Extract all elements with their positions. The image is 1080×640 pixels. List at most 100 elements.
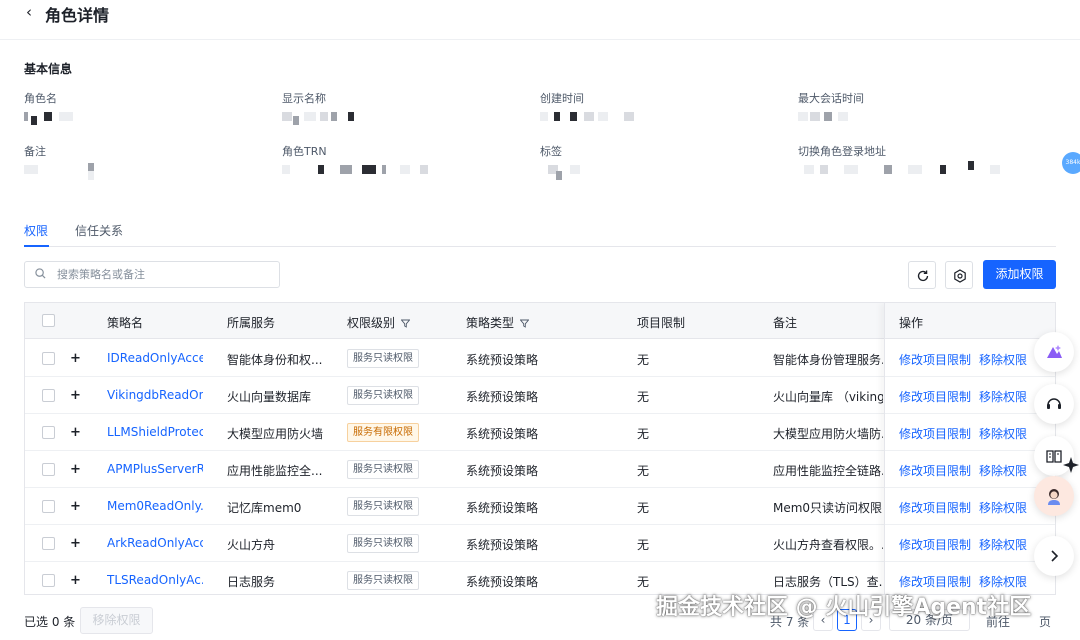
row-checkbox[interactable] xyxy=(42,463,55,476)
remove-permission-link[interactable]: 移除权限 xyxy=(979,462,1027,479)
service-cell: 记忆库mem0 xyxy=(227,501,302,515)
avatar[interactable] xyxy=(1034,476,1074,516)
blurred-value xyxy=(24,112,264,126)
table-row: + LLMShieldProtec... 大模型应用防火墙 服务有限权限 系统预… xyxy=(25,414,1055,451)
service-cell: 火山向量数据库 xyxy=(227,390,312,404)
field-label: 创建时间 xyxy=(540,92,584,105)
remove-permission-link[interactable]: 移除权限 xyxy=(979,499,1027,516)
edit-project-limit-link[interactable]: 修改项目限制 xyxy=(899,351,971,368)
col-actions: 操作 xyxy=(899,316,924,330)
prev-page-button[interactable]: ‹ xyxy=(813,609,833,631)
expand-icon[interactable]: + xyxy=(70,462,81,477)
level-tag: 服务只读权限 xyxy=(347,349,419,368)
type-cell: 系统预设策略 xyxy=(466,501,539,515)
expand-panel-button[interactable] xyxy=(1034,536,1074,576)
field-label: 显示名称 xyxy=(282,92,326,105)
type-cell: 系统预设策略 xyxy=(466,353,539,367)
row-checkbox[interactable] xyxy=(42,426,55,439)
field-tags: 标签 xyxy=(540,143,780,180)
remove-permission-link[interactable]: 移除权限 xyxy=(979,351,1027,368)
tab-permissions[interactable]: 权限 xyxy=(24,222,48,239)
expand-icon[interactable]: + xyxy=(70,573,81,588)
basic-info-title: 基本信息 xyxy=(24,62,73,76)
next-page-button[interactable]: › xyxy=(861,609,881,631)
avatar-icon xyxy=(1048,489,1060,505)
bulk-remove-button[interactable]: 移除权限 xyxy=(80,607,153,634)
page-number[interactable]: 1 xyxy=(837,609,857,631)
table-row: + VikingdbReadOnl... 火山向量数据库 服务只读权限 系统预设… xyxy=(25,377,1055,414)
edit-project-limit-link[interactable]: 修改项目限制 xyxy=(899,499,971,516)
page-size-select[interactable]: 20 条/页 xyxy=(889,609,970,631)
col-policy-type-label: 策略类型 xyxy=(466,316,515,330)
policy-name-link[interactable]: LLMShieldProtec... xyxy=(107,425,203,439)
remark-cell: 火山向量库 （viking... xyxy=(773,390,883,404)
filter-icon[interactable] xyxy=(401,319,411,328)
field-max-session: 最大会话时间 xyxy=(798,90,1038,126)
blurred-value xyxy=(798,112,1038,126)
field-label: 最大会话时间 xyxy=(798,92,864,105)
tab-trust-relationship[interactable]: 信任关系 xyxy=(75,222,123,239)
field-created-time: 创建时间 xyxy=(540,90,780,126)
edit-project-limit-link[interactable]: 修改项目限制 xyxy=(899,573,971,590)
side-badge[interactable]: 384k xyxy=(1062,152,1080,174)
row-checkbox[interactable] xyxy=(42,574,55,587)
remove-permission-link[interactable]: 移除权限 xyxy=(979,536,1027,553)
refresh-icon xyxy=(917,270,929,282)
tab-bar: 权限 信任关系 xyxy=(24,220,1056,247)
policy-name-link[interactable]: VikingdbReadOnl... xyxy=(107,388,203,402)
policy-name-link[interactable]: IDReadOnlyAcce... xyxy=(107,351,203,365)
expand-icon[interactable]: + xyxy=(70,425,81,440)
refresh-button[interactable] xyxy=(908,261,936,289)
goto-label: 前往 xyxy=(986,615,1011,629)
col-policy-name: 策略名 xyxy=(107,316,144,330)
customer-service-icon xyxy=(1047,398,1061,409)
expand-icon[interactable]: + xyxy=(70,351,81,366)
chevron-left-icon[interactable]: ‹ xyxy=(26,3,32,21)
table-header: 策略名 所属服务 权限级别 策略类型 项目限制 备注 操作 xyxy=(25,303,1055,339)
ai-assistant-button[interactable] xyxy=(1034,332,1074,372)
blurred-value xyxy=(282,165,522,179)
policy-name-link[interactable]: Mem0ReadOnly... xyxy=(107,499,203,513)
edit-project-limit-link[interactable]: 修改项目限制 xyxy=(899,425,971,442)
expand-icon[interactable]: + xyxy=(70,536,81,551)
remark-cell: 火山方舟查看权限。... xyxy=(773,538,883,552)
search-input[interactable] xyxy=(57,266,267,283)
table-row: + Mem0ReadOnly... 记忆库mem0 服务只读权限 系统预设策略 … xyxy=(25,488,1055,525)
remove-permission-link[interactable]: 移除权限 xyxy=(979,573,1027,590)
edit-project-limit-link[interactable]: 修改项目限制 xyxy=(899,462,971,479)
type-cell: 系统预设策略 xyxy=(466,390,539,404)
col-policy-type: 策略类型 xyxy=(466,314,530,331)
row-checkbox[interactable] xyxy=(42,537,55,550)
ai-assistant-icon xyxy=(1047,345,1062,358)
project-cell: 无 xyxy=(637,427,650,441)
chevron-right-icon xyxy=(1051,550,1059,562)
add-permission-button[interactable]: 添加权限 xyxy=(983,260,1056,289)
policy-name-link[interactable]: APMPlusServerR... xyxy=(107,462,203,476)
row-checkbox[interactable] xyxy=(42,389,55,402)
type-cell: 系统预设策略 xyxy=(466,464,539,478)
edit-project-limit-link[interactable]: 修改项目限制 xyxy=(899,388,971,405)
customer-service-button[interactable] xyxy=(1034,384,1074,424)
expand-icon[interactable]: + xyxy=(70,388,81,403)
project-cell: 无 xyxy=(637,464,650,478)
level-tag: 服务只读权限 xyxy=(347,386,419,405)
edit-project-limit-link[interactable]: 修改项目限制 xyxy=(899,536,971,553)
search-box xyxy=(24,261,280,288)
gear-icon xyxy=(954,269,966,283)
remove-permission-link[interactable]: 移除权限 xyxy=(979,388,1027,405)
filter-icon[interactable] xyxy=(520,319,530,328)
remark-cell: Mem0只读访问权限 xyxy=(773,501,883,515)
field-label: 备注 xyxy=(24,145,46,158)
settings-button[interactable] xyxy=(945,261,973,289)
policy-name-link[interactable]: ArkReadOnlyAcc... xyxy=(107,536,203,550)
blurred-value xyxy=(540,112,780,126)
service-cell: 日志服务 xyxy=(227,575,276,589)
policy-name-link[interactable]: TLSReadOnlyAc... xyxy=(107,573,203,587)
sparkle-icon xyxy=(1063,457,1079,473)
remove-permission-link[interactable]: 移除权限 xyxy=(979,425,1027,442)
row-checkbox[interactable] xyxy=(42,352,55,365)
remark-cell: 日志服务（TLS）查... xyxy=(773,575,883,589)
expand-icon[interactable]: + xyxy=(70,499,81,514)
row-checkbox[interactable] xyxy=(42,500,55,513)
select-all-checkbox[interactable] xyxy=(42,314,55,327)
